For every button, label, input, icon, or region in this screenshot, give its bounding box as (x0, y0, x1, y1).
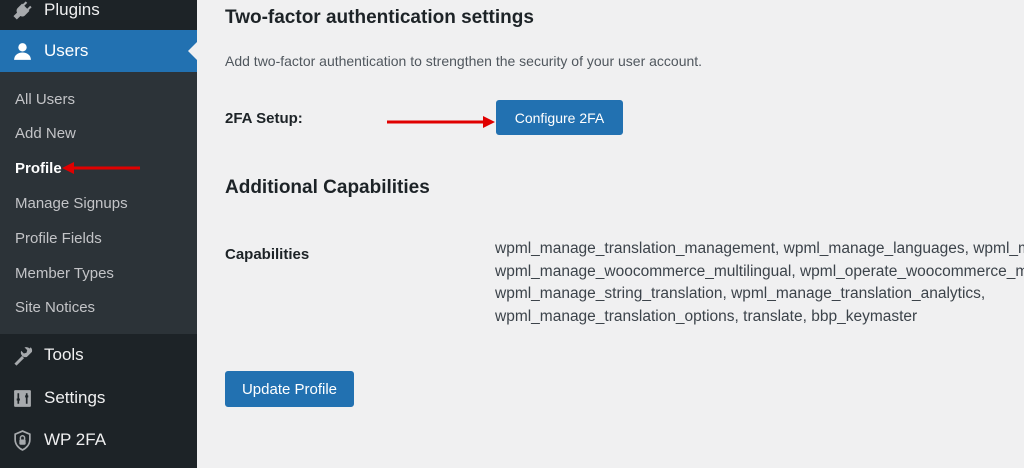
sidebar-item-label: Tools (44, 345, 84, 364)
submenu-item-profile[interactable]: Profile (15, 160, 62, 177)
active-menu-indicator (188, 42, 197, 60)
submenu-item-member-types[interactable]: Member Types (15, 265, 114, 282)
capabilities-line: wpml_manage_woocommerce_multilingual, wp… (495, 262, 1024, 280)
submenu-item-profile-fields[interactable]: Profile Fields (15, 230, 102, 247)
configure-2fa-button[interactable]: Configure 2FA (496, 100, 623, 135)
capabilities-label: Capabilities (225, 246, 310, 263)
shield-lock-icon (10, 428, 34, 452)
settings-sliders-icon (10, 386, 34, 410)
profile-content: Two-factor authentication settings Add t… (197, 0, 1024, 468)
sidebar-item-label: Settings (44, 388, 106, 407)
sidebar-item-plugins[interactable]: Plugins (0, 0, 197, 26)
sidebar-item-settings[interactable]: Settings (0, 381, 197, 415)
sidebar-item-users[interactable]: Users (0, 30, 197, 72)
submenu-item-site-notices[interactable]: Site Notices (15, 299, 95, 316)
plugin-icon (10, 0, 34, 22)
twofa-section-title: Two-factor authentication settings (225, 7, 534, 28)
submenu-item-add-new[interactable]: Add New (15, 125, 76, 142)
capabilities-section-title: Additional Capabilities (225, 177, 430, 198)
submenu-item-all-users[interactable]: All Users (15, 91, 75, 108)
capabilities-line: wpml_manage_translation_management, wpml… (495, 240, 1024, 257)
sidebar-item-label: Users (44, 41, 89, 60)
annotation-arrow-configure (387, 116, 495, 128)
users-submenu: All Users Add New Profile Manage Signups… (0, 72, 197, 334)
annotation-arrow-profile (62, 162, 140, 174)
capabilities-line: wpml_manage_translation_options, transla… (495, 307, 918, 325)
submenu-item-manage-signups[interactable]: Manage Signups (15, 195, 128, 212)
admin-sidebar: Plugins Users All Users Add New Profile … (0, 0, 197, 468)
capabilities-line: wpml_manage_string_translation, wpml_man… (495, 285, 986, 302)
user-icon (10, 39, 34, 63)
sidebar-item-tools[interactable]: Tools (0, 338, 197, 372)
update-profile-button[interactable]: Update Profile (225, 371, 354, 407)
sidebar-item-label: WP 2FA (44, 430, 107, 449)
twofa-description: Add two-factor authentication to strengt… (225, 53, 703, 69)
wrench-icon (10, 343, 34, 367)
sidebar-item-label: Plugins (44, 0, 100, 19)
twofa-setup-label: 2FA Setup: (225, 110, 303, 127)
sidebar-item-wp-2fa[interactable]: WP 2FA (0, 423, 197, 457)
capabilities-list: wpml_manage_translation_management, wpml… (495, 238, 1024, 328)
